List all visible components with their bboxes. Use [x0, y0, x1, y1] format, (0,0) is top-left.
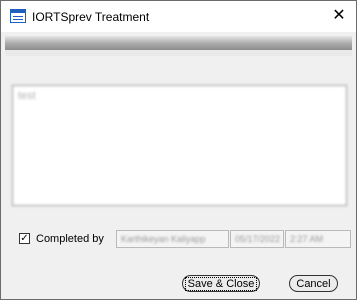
completed-by-label: Completed by: [36, 233, 104, 245]
completed-by-user-field: Karthikeyan Kaliyapp: [116, 230, 229, 248]
header-subband: [5, 50, 352, 56]
save-close-button[interactable]: Save & Close: [182, 275, 260, 292]
save-close-label: Save & Close: [184, 276, 258, 291]
completed-checkbox[interactable]: ✓: [19, 233, 30, 244]
completed-by-row: ✓ Completed by Karthikeyan Kaliyapp 05/1…: [18, 230, 353, 248]
completed-date-field: 05/17/2022: [230, 230, 284, 248]
title-bar[interactable]: IORTSprev Treatment ✕: [1, 1, 356, 32]
completed-date-value: 05/17/2022: [235, 234, 281, 244]
completed-time-value: 2:27 AM: [290, 234, 324, 244]
cancel-button[interactable]: Cancel: [289, 275, 338, 292]
completed-by-user-value: Karthikeyan Kaliyapp: [121, 234, 206, 244]
window-title: IORTSprev Treatment: [32, 10, 150, 24]
treatment-notes-field[interactable]: test: [12, 85, 347, 206]
header-band: [5, 36, 352, 50]
completed-time-field: 2:27 AM: [285, 230, 351, 248]
close-icon[interactable]: ✕: [328, 5, 350, 27]
treatment-dialog: IORTSprev Treatment ✕ test ✓ Completed b…: [0, 0, 357, 300]
table-form-icon: [10, 9, 26, 23]
